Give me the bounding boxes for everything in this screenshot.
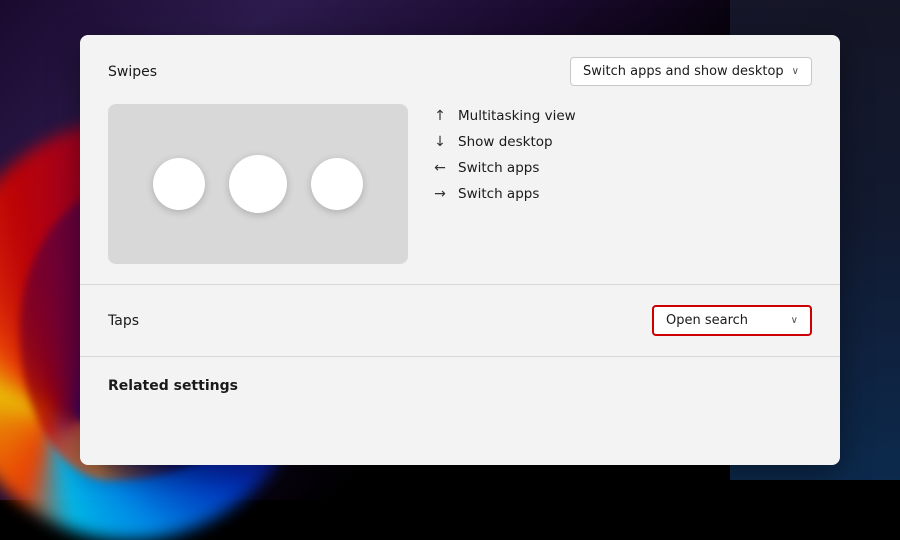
gesture-option-right-label: Switch apps <box>458 186 539 202</box>
swipes-dropdown-value: Switch apps and show desktop <box>583 64 784 79</box>
finger-dot-middle <box>229 155 287 213</box>
gesture-option-left-label: Switch apps <box>458 160 539 176</box>
gesture-option-down: ↓ Show desktop <box>432 134 576 150</box>
swipes-label: Swipes <box>108 64 157 80</box>
gesture-options: ↑ Multitasking view ↓ Show desktop ← Swi… <box>432 104 576 202</box>
left-arrow-icon: ← <box>432 160 448 176</box>
taps-dropdown-chevron: ∨ <box>791 315 798 326</box>
swipes-dropdown[interactable]: Switch apps and show desktop ∨ <box>570 57 812 86</box>
swipes-section: Swipes Switch apps and show desktop ∨ ↑ … <box>80 35 840 285</box>
taps-section: Taps Open search ∨ <box>80 285 840 357</box>
related-settings-section: Related settings <box>80 357 840 412</box>
finger-dot-left <box>153 158 205 210</box>
gesture-option-right: → Switch apps <box>432 186 576 202</box>
gesture-option-down-label: Show desktop <box>458 134 553 150</box>
taps-dropdown[interactable]: Open search ∨ <box>652 305 812 336</box>
settings-panel: Swipes Switch apps and show desktop ∨ ↑ … <box>80 35 840 465</box>
swipes-header: Swipes Switch apps and show desktop ∨ <box>108 57 812 86</box>
down-arrow-icon: ↓ <box>432 134 448 150</box>
gesture-option-up: ↑ Multitasking view <box>432 108 576 124</box>
taps-label: Taps <box>108 313 139 329</box>
swipes-dropdown-chevron: ∨ <box>792 66 799 77</box>
related-settings-label: Related settings <box>108 378 238 394</box>
swipes-content: ↑ Multitasking view ↓ Show desktop ← Swi… <box>108 104 812 284</box>
taps-header: Taps Open search ∨ <box>108 285 812 356</box>
taps-dropdown-value: Open search <box>666 313 748 328</box>
finger-dot-right <box>311 158 363 210</box>
up-arrow-icon: ↑ <box>432 108 448 124</box>
gesture-option-up-label: Multitasking view <box>458 108 576 124</box>
gesture-option-left: ← Switch apps <box>432 160 576 176</box>
gesture-preview <box>108 104 408 264</box>
right-arrow-icon: → <box>432 186 448 202</box>
